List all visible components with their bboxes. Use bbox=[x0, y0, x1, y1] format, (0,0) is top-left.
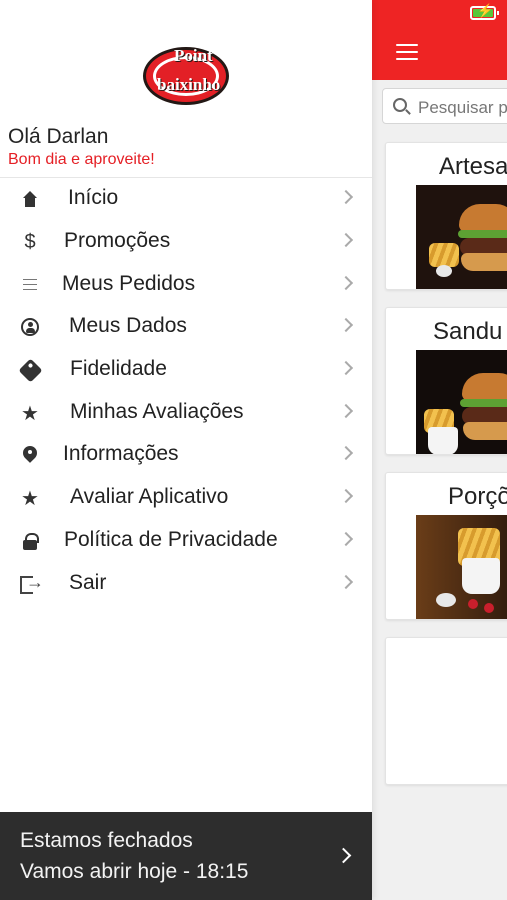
chevron-right-icon bbox=[338, 189, 354, 205]
menu-item-label: Promoções bbox=[64, 229, 171, 252]
chevron-right-icon bbox=[338, 317, 354, 333]
menu-item-promocoes[interactable]: $ Promoções bbox=[0, 221, 372, 263]
search-bar[interactable]: Pesquisar p bbox=[382, 88, 507, 124]
dollar-icon: $ bbox=[24, 230, 36, 253]
category-title: Sandu bbox=[433, 318, 503, 345]
chevron-right-icon bbox=[338, 488, 354, 504]
search-input[interactable]: Pesquisar p bbox=[418, 98, 507, 118]
category-card-artesanal[interactable]: Artesa bbox=[385, 142, 507, 290]
chevron-right-icon bbox=[335, 847, 352, 864]
search-icon bbox=[393, 98, 407, 112]
menu-item-sair[interactable]: Sair bbox=[0, 563, 372, 605]
hamburger-menu-icon[interactable] bbox=[396, 44, 418, 60]
category-title: Porçõ bbox=[448, 483, 507, 510]
home-icon bbox=[19, 188, 41, 210]
background-app: ⚡ Pesquisar p Artesa Sandu Porçõ bbox=[372, 0, 507, 900]
menu-item-label: Avaliar Aplicativo bbox=[70, 485, 229, 508]
category-card-empty[interactable] bbox=[385, 637, 507, 785]
category-title: Artesa bbox=[439, 153, 507, 180]
tag-icon bbox=[17, 357, 43, 383]
menu-item-minhas-avaliacoes[interactable]: ★ Minhas Avaliações bbox=[0, 392, 372, 434]
logo-text-top: Point bbox=[174, 46, 213, 65]
menu-item-meus-pedidos[interactable]: Meus Pedidos bbox=[0, 264, 372, 306]
chevron-right-icon bbox=[338, 275, 354, 291]
restaurant-logo: Point baixinho bbox=[143, 32, 229, 118]
menu-item-label: Minhas Avaliações bbox=[70, 400, 244, 423]
star-icon: ★ bbox=[21, 402, 39, 425]
star-icon: ★ bbox=[21, 487, 39, 510]
sandwich-photo-icon bbox=[416, 350, 507, 454]
category-card-sanduiches[interactable]: Sandu bbox=[385, 307, 507, 455]
menu-item-avaliar-aplicativo[interactable]: ★ Avaliar Aplicativo bbox=[0, 477, 372, 519]
menu-item-politica-privacidade[interactable]: Política de Privacidade bbox=[0, 520, 372, 562]
menu-item-inicio[interactable]: Início bbox=[0, 178, 372, 220]
menu-item-informacoes[interactable]: Informações bbox=[0, 434, 372, 476]
chevron-right-icon bbox=[338, 574, 354, 590]
chevron-right-icon bbox=[338, 531, 354, 547]
user-greeting: Olá Darlan bbox=[8, 125, 109, 148]
menu-item-fidelidade[interactable]: Fidelidade bbox=[0, 349, 372, 391]
menu-item-label: Fidelidade bbox=[70, 357, 167, 380]
battery-charging-icon: ⚡ bbox=[477, 3, 494, 18]
side-drawer: Point baixinho Olá Darlan Bom dia e apro… bbox=[0, 0, 372, 900]
menu-item-label: Meus Dados bbox=[69, 314, 187, 337]
chevron-right-icon bbox=[338, 232, 354, 248]
app-header: ⚡ bbox=[372, 0, 507, 80]
lock-icon bbox=[19, 530, 41, 552]
category-card-porcoes[interactable]: Porçõ bbox=[385, 472, 507, 620]
greeting-subtitle: Bom dia e aproveite! bbox=[8, 151, 155, 168]
menu-item-label: Meus Pedidos bbox=[62, 272, 196, 295]
menu-item-label: Sair bbox=[69, 571, 107, 594]
menu-item-label: Informações bbox=[63, 442, 179, 465]
pin-icon bbox=[19, 444, 41, 466]
menu-item-label: Política de Privacidade bbox=[64, 528, 278, 551]
chevron-right-icon bbox=[338, 360, 354, 376]
store-opening-time: Vamos abrir hoje - 18:15 bbox=[20, 860, 249, 883]
fries-photo-icon bbox=[416, 515, 507, 619]
store-status-title: Estamos fechados bbox=[20, 829, 193, 852]
chevron-right-icon bbox=[338, 403, 354, 419]
store-status-footer[interactable]: Estamos fechados Vamos abrir hoje - 18:1… bbox=[0, 812, 372, 900]
exit-icon bbox=[19, 572, 44, 595]
chevron-right-icon bbox=[338, 445, 354, 461]
menu-item-label: Início bbox=[68, 186, 119, 209]
status-bar-center bbox=[214, 6, 294, 18]
menu-item-meus-dados[interactable]: Meus Dados bbox=[0, 306, 372, 348]
status-bar-left bbox=[18, 6, 78, 18]
user-icon bbox=[19, 316, 41, 338]
logo-text-bottom: baixinho bbox=[157, 75, 221, 94]
burger-photo-icon bbox=[416, 185, 507, 289]
list-icon bbox=[19, 274, 41, 296]
